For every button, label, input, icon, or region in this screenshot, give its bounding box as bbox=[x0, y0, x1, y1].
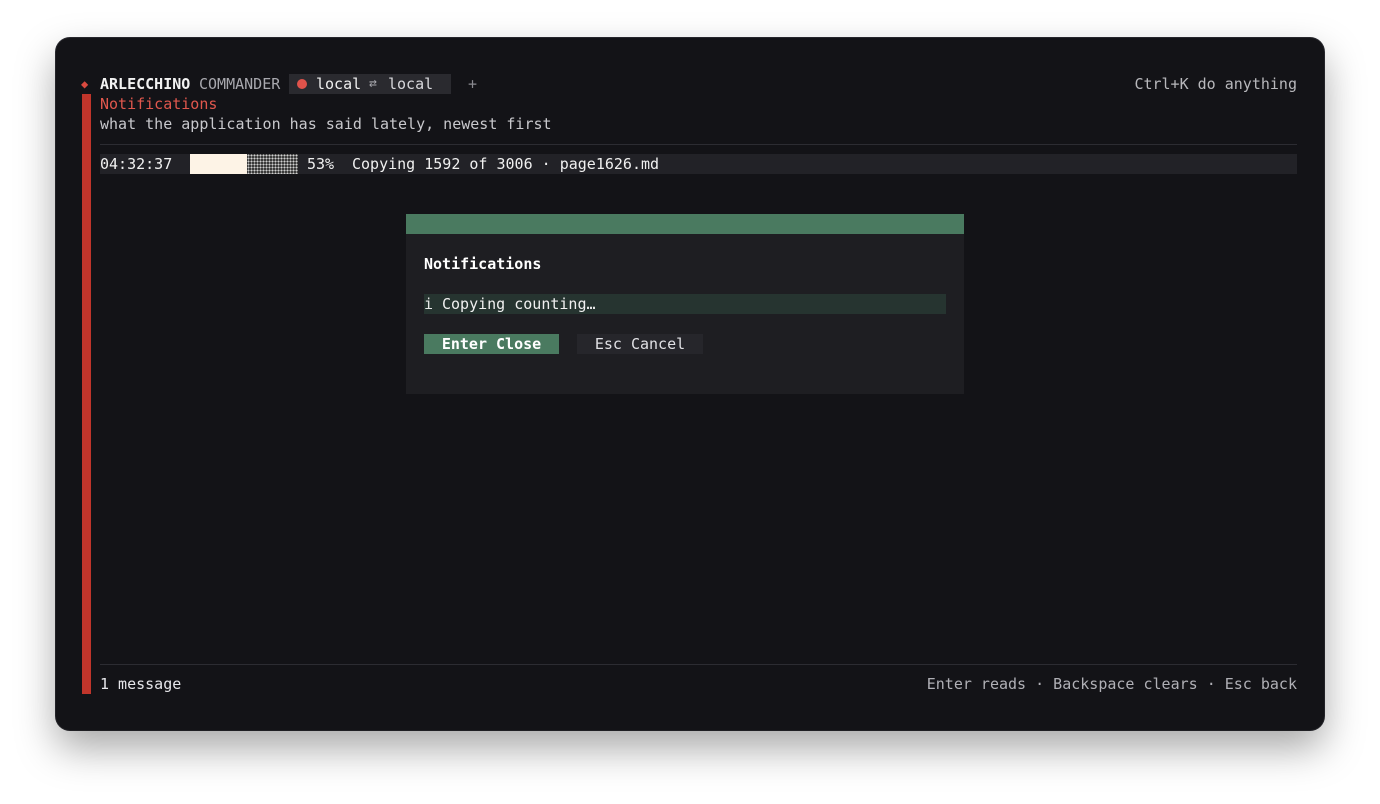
tab-source: local bbox=[316, 75, 362, 93]
dialog-title: Notifications bbox=[424, 255, 542, 273]
page-title: Notifications bbox=[100, 95, 218, 113]
progress-percent: 53% bbox=[307, 155, 335, 173]
footer-divider bbox=[100, 664, 1297, 665]
tab-destination: local bbox=[388, 75, 434, 93]
app-brand-secondary: COMMANDER bbox=[199, 75, 281, 93]
status-dot-icon bbox=[297, 79, 307, 89]
progress-remaining bbox=[247, 154, 298, 174]
divider bbox=[100, 144, 1297, 145]
dialog-header-bar bbox=[406, 214, 964, 234]
swap-arrows-icon: ⇄ bbox=[369, 76, 377, 91]
app-brand: ARLECCHINO bbox=[100, 75, 191, 93]
page-subtitle: what the application has said lately, ne… bbox=[100, 115, 552, 133]
new-tab-button[interactable]: + bbox=[468, 74, 477, 94]
notification-row[interactable]: 04:32:37 53% Copying 1592 of 3006 · page… bbox=[100, 154, 1297, 174]
notifications-dialog: Notifications i Copying counting… Enter … bbox=[406, 214, 964, 394]
progress-bar bbox=[190, 154, 298, 174]
close-button[interactable]: Enter Close bbox=[424, 334, 559, 354]
dialog-list-item[interactable]: i Copying counting… bbox=[424, 294, 946, 314]
key-hints: Enter reads · Backspace clears · Esc bac… bbox=[926, 675, 1297, 693]
cancel-button[interactable]: Esc Cancel bbox=[577, 334, 703, 354]
diamond-icon: ◆ bbox=[81, 77, 89, 91]
terminal-window: ◆ ARLECCHINO COMMANDER local ⇄ local + C… bbox=[56, 38, 1324, 730]
notification-message: Copying 1592 of 3006 · page1626.md bbox=[352, 155, 660, 173]
notification-time: 04:32:37 bbox=[100, 155, 173, 173]
dialog-item-text: Copying counting… bbox=[442, 295, 596, 313]
command-palette-hint[interactable]: Ctrl+K do anything bbox=[1134, 74, 1297, 94]
message-count: 1 message bbox=[100, 675, 182, 693]
progress-fill bbox=[190, 154, 248, 174]
info-icon: i bbox=[424, 295, 434, 313]
tab-local[interactable]: local ⇄ local bbox=[289, 74, 451, 94]
accent-bar bbox=[82, 94, 91, 694]
